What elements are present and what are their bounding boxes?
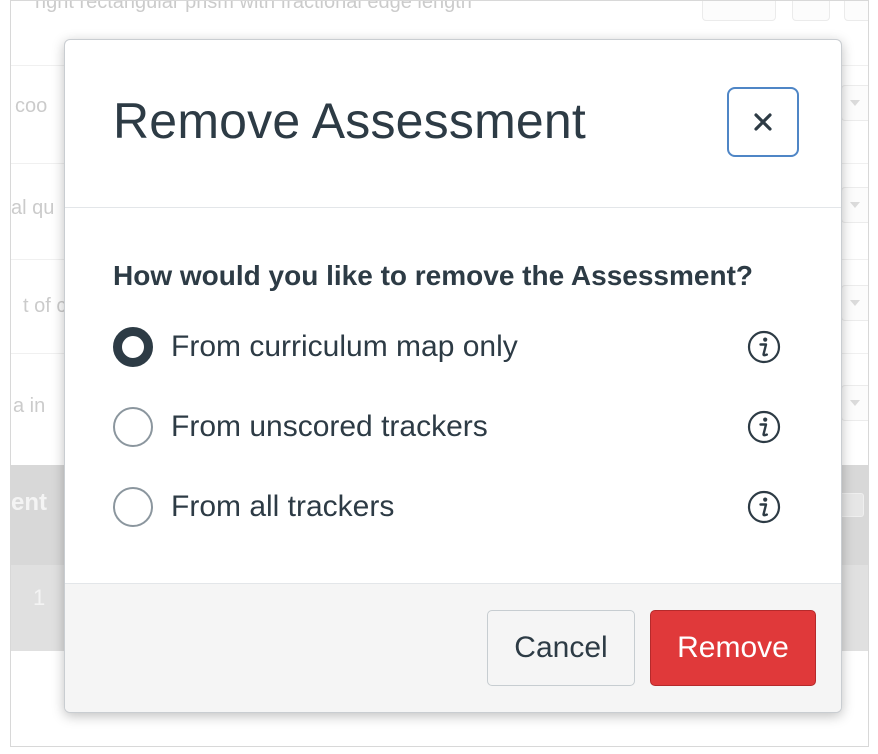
info-icon[interactable] bbox=[747, 330, 781, 364]
option-label: From all trackers bbox=[171, 490, 395, 523]
option-label: From unscored trackers bbox=[171, 410, 488, 443]
option-unscored-trackers[interactable]: From unscored trackers bbox=[113, 405, 783, 449]
close-button[interactable] bbox=[727, 87, 799, 157]
radio-unscored-trackers[interactable] bbox=[113, 407, 153, 447]
cancel-button[interactable]: Cancel bbox=[487, 610, 635, 686]
dialog-header: Remove Assessment bbox=[65, 40, 841, 208]
option-label: From curriculum map only bbox=[171, 330, 518, 363]
remove-assessment-dialog: Remove Assessment How would you like to … bbox=[64, 39, 842, 713]
info-icon[interactable] bbox=[747, 410, 781, 444]
radio-curriculum-map-only[interactable] bbox=[113, 327, 153, 367]
info-icon[interactable] bbox=[747, 490, 781, 524]
dialog-body: How would you like to remove the Assessm… bbox=[65, 208, 841, 585]
app-window: right rectangular prism with fractional … bbox=[10, 0, 869, 747]
close-icon bbox=[754, 113, 772, 131]
removal-question: How would you like to remove the Assessm… bbox=[113, 260, 753, 291]
remove-button[interactable]: Remove bbox=[650, 610, 816, 686]
option-curriculum-map-only[interactable]: From curriculum map only bbox=[113, 325, 783, 369]
dialog-footer: Cancel Remove bbox=[65, 583, 841, 712]
dialog-title: Remove Assessment bbox=[113, 93, 587, 149]
radio-all-trackers[interactable] bbox=[113, 487, 153, 527]
option-all-trackers[interactable]: From all trackers bbox=[113, 485, 783, 529]
